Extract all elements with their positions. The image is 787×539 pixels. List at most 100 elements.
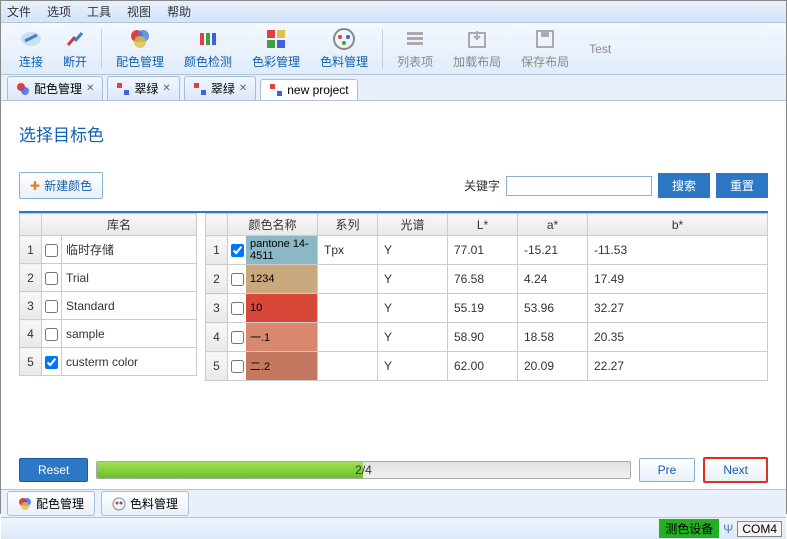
material-icon [332, 27, 356, 51]
table-row[interactable]: 1临时存储 [20, 236, 197, 264]
load-icon [465, 27, 489, 51]
material-mgmt-label: 色料管理 [320, 53, 368, 70]
device-status-badge: 测色设备 [659, 519, 719, 538]
bottom-tabs: 配色管理 色料管理 [1, 489, 786, 517]
next-button[interactable]: Next [703, 457, 768, 483]
menu-file[interactable]: 文件 [7, 3, 31, 20]
menu-help[interactable]: 帮助 [167, 3, 191, 20]
col-header: 颜色名称 [228, 214, 318, 236]
btab-label: 配色管理 [36, 495, 84, 512]
list-button[interactable]: 列表项 [387, 25, 443, 72]
close-icon[interactable]: ✕ [86, 83, 94, 94]
separator [101, 29, 102, 69]
color-checkbox[interactable] [231, 302, 244, 315]
tab-color-mgmt[interactable]: 配色管理 ✕ [7, 76, 103, 100]
table-row[interactable]: 1 pantone 14-4511 Tpx Y 77.01 -15.21 -11… [206, 236, 768, 265]
reset-search-button[interactable]: 重置 [716, 173, 768, 198]
test-label: Test [589, 42, 611, 56]
close-icon[interactable]: ✕ [239, 83, 247, 94]
table-row[interactable]: 2Trial [20, 264, 197, 292]
color-swatch: 一.1 [246, 323, 317, 351]
tab-green1[interactable]: 翠绿 ✕ [107, 76, 179, 100]
tab-label: 翠绿 [134, 80, 158, 97]
progress-bar: 2/4 [96, 461, 630, 479]
reset-button[interactable]: Reset [19, 458, 88, 482]
bottom-tab-color-mgmt[interactable]: 配色管理 [7, 491, 95, 516]
color-checkbox[interactable] [231, 331, 244, 344]
toolbar: 连接 断开 配色管理 颜色检测 色彩管理 色料管理 列表项 加载布局 保存布局 … [1, 23, 786, 75]
list-label: 列表项 [397, 53, 433, 70]
save-icon [533, 27, 557, 51]
plus-icon: ✚ [30, 179, 40, 193]
library-table: 库名 1临时存储 2Trial 3Standard 4sample 5custe… [19, 213, 197, 381]
footer-row: Reset 2/4 Pre Next [1, 451, 786, 489]
tab-icon [16, 82, 30, 96]
tab-icon [193, 82, 207, 96]
palette-icon [18, 497, 32, 511]
table-row[interactable]: 5 二.2 Y 62.00 20.09 22.27 [206, 352, 768, 381]
tables-wrap: 库名 1临时存储 2Trial 3Standard 4sample 5custe… [19, 213, 768, 381]
color-admin-label: 色彩管理 [252, 53, 300, 70]
keyword-input[interactable] [506, 176, 652, 196]
keyword-label: 关键字 [464, 177, 500, 194]
lib-checkbox[interactable] [45, 244, 58, 257]
pre-button[interactable]: Pre [639, 458, 696, 482]
lib-checkbox[interactable] [45, 272, 58, 285]
btab-label: 色料管理 [130, 495, 178, 512]
menu-options[interactable]: 选项 [47, 3, 71, 20]
page-title: 选择目标色 [19, 121, 768, 146]
color-checkbox[interactable] [231, 360, 244, 373]
connect-button[interactable]: 连接 [9, 25, 53, 72]
detect-icon [196, 27, 220, 51]
menu-bar: 文件 选项 工具 视图 帮助 [1, 1, 786, 23]
load-layout-label: 加载布局 [453, 53, 501, 70]
color-mgmt-button[interactable]: 配色管理 [106, 25, 174, 72]
lib-checkbox[interactable] [45, 300, 58, 313]
table-row[interactable]: 5custerm color [20, 348, 197, 376]
load-layout-button[interactable]: 加载布局 [443, 25, 511, 72]
list-icon [403, 27, 427, 51]
table-row[interactable]: 4sample [20, 320, 197, 348]
bottom-tab-material-mgmt[interactable]: 色料管理 [101, 491, 189, 516]
tab-green2[interactable]: 翠绿 ✕ [184, 76, 256, 100]
tabs-row: 配色管理 ✕ 翠绿 ✕ 翠绿 ✕ new project [1, 75, 786, 101]
search-button[interactable]: 搜索 [658, 173, 710, 198]
close-icon[interactable]: ✕ [162, 83, 170, 94]
tab-label: 配色管理 [34, 80, 82, 97]
col-header: b* [588, 214, 768, 236]
menu-tools[interactable]: 工具 [87, 3, 111, 20]
color-checkbox[interactable] [231, 244, 244, 257]
tab-new-project[interactable]: new project [260, 79, 357, 100]
lib-header: 库名 [42, 214, 197, 236]
disconnect-icon [63, 27, 87, 51]
col-header: a* [518, 214, 588, 236]
grid-icon [264, 27, 288, 51]
disconnect-button[interactable]: 断开 [53, 25, 97, 72]
tab-icon [269, 83, 283, 97]
connect-icon [19, 27, 43, 51]
table-row[interactable]: 3 10 Y 55.19 53.96 32.27 [206, 294, 768, 323]
color-swatch: 10 [246, 294, 317, 322]
material-mgmt-button[interactable]: 色料管理 [310, 25, 378, 72]
test-button[interactable]: Test [579, 40, 621, 58]
menu-view[interactable]: 视图 [127, 3, 151, 20]
material-icon [112, 497, 126, 511]
new-color-button[interactable]: ✚ 新建颜色 [19, 172, 103, 199]
lib-checkbox[interactable] [45, 328, 58, 341]
color-mgmt-label: 配色管理 [116, 53, 164, 70]
usb-icon: Ψ [723, 522, 733, 536]
color-detect-button[interactable]: 颜色检测 [174, 25, 242, 72]
color-checkbox[interactable] [231, 273, 244, 286]
new-color-label: 新建颜色 [44, 177, 92, 194]
main-panel: 选择目标色 ✚ 新建颜色 关键字 搜索 重置 库名 1临时存储 2Trial 3… [1, 101, 786, 451]
table-row[interactable]: 4 一.1 Y 58.90 18.58 20.35 [206, 323, 768, 352]
color-swatch: 二.2 [246, 352, 317, 380]
tab-icon [116, 82, 130, 96]
table-row[interactable]: 2 1234 Y 76.58 4.24 17.49 [206, 265, 768, 294]
color-admin-button[interactable]: 色彩管理 [242, 25, 310, 72]
lib-checkbox[interactable] [45, 356, 58, 369]
save-layout-button[interactable]: 保存布局 [511, 25, 579, 72]
disconnect-label: 断开 [63, 53, 87, 70]
status-bar: 测色设备 Ψ COM4 [1, 517, 786, 539]
table-row[interactable]: 3Standard [20, 292, 197, 320]
